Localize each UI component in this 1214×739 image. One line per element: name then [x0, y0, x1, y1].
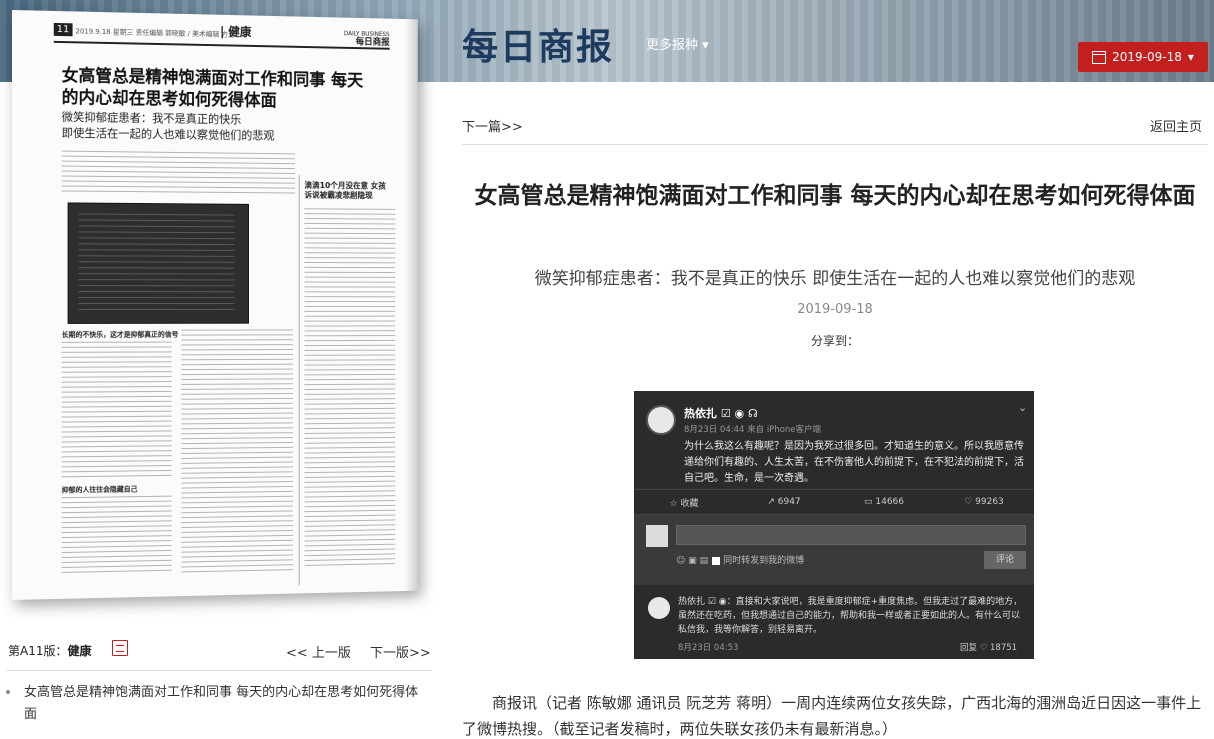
page-body-col-1: [61, 341, 172, 482]
prev-edition-link[interactable]: << 上一版: [286, 642, 351, 661]
more-papers-dropdown[interactable]: 更多报种 ▾: [646, 34, 709, 53]
weibo-user-name: 热依扎 ☑ ◉ ☊: [684, 407, 758, 420]
divider: [6, 670, 432, 671]
page-body-col-2: [181, 329, 294, 577]
avatar: [646, 525, 668, 547]
page-side-title: 滴滴10个月没在意 女孩诉说被霸凌悲剧隐现: [304, 180, 386, 201]
share-label: 分享到：: [810, 334, 859, 348]
next-edition-link[interactable]: 下一版>>: [370, 642, 431, 661]
weibo-reply-stats: 回复 ♡ 18751: [960, 643, 1018, 653]
comment-action: ▭ 14666: [864, 497, 904, 507]
chevron-down-icon: ▾: [1187, 50, 1194, 64]
page-embedded-screenshot: [67, 202, 249, 324]
avatar: [648, 597, 670, 619]
repost-action: ↗ 6947: [767, 497, 801, 507]
weibo-comment-box: ☺ ▣ ▤ 同时转发到我的微博 评论: [634, 515, 1034, 585]
page-column-rule: [298, 174, 300, 586]
article-subtitle: 微笑抑郁症患者：我不是真正的快乐 即使生活在一起的人也难以察觉他们的悲观: [534, 269, 1136, 289]
page-section-head-1: 长期的不快乐，这才是抑郁真正的信号: [61, 330, 179, 339]
page-number: 11: [53, 22, 73, 37]
weibo-post-text: 为什么我这么有趣呢？是因为我死过很多回。才知道生的意义。所以我愿意传递给你们有趣…: [684, 441, 1024, 484]
page-subheadline: 微笑抑郁症患者：我不是真正的快乐 即使生活在一起的人也难以察觉他们的悲观: [62, 109, 371, 145]
site-logo[interactable]: 每日商报: [462, 18, 614, 70]
weibo-comment-submit: 评论: [984, 551, 1026, 569]
page-brand: DAILY BUSINESS 每日商报: [344, 29, 390, 48]
page-body-text-top: [61, 150, 295, 197]
page-header: 11 2019.9.18 星期三 责任编辑 郭晓敏 / 美术编辑 方芳 | 健康…: [53, 20, 390, 50]
weibo-comment-input: [676, 525, 1026, 545]
weibo-post-meta: 8月23日 04:44 来自 iPhone客户端: [684, 425, 822, 435]
weibo-reply-text: 热依扎 ☑ ◉：直接和大家说吧，我是重度抑郁症+重度焦虑。但我走过了最难的地方，…: [678, 597, 1023, 635]
divider: [462, 144, 1208, 145]
favorite-action: ☆ 收藏: [669, 498, 699, 509]
page-brand-cn: 每日商报: [355, 37, 390, 48]
edition-name: 健康: [67, 644, 92, 658]
page-section: | 健康: [220, 24, 252, 40]
weibo-tool-icons: ☺ ▣ ▤: [676, 556, 709, 566]
weibo-post-image: 热依扎 ☑ ◉ ☊ 8月23日 04:44 来自 iPhone客户端 ⌄ 为什么…: [634, 391, 1034, 659]
edition-label: 第A11版：健康: [8, 642, 92, 659]
page-meta: 2019.9.18 星期三 责任编辑 郭晓敏 / 美术编辑 方芳: [75, 27, 235, 39]
back-home-link[interactable]: 返回主页: [1150, 116, 1202, 135]
page-side-column-text: [304, 208, 396, 570]
weibo-comment-tools: ☺ ▣ ▤ 同时转发到我的微博: [676, 553, 804, 566]
weibo-action-bar: ☆ 收藏 ↗ 6947 ▭ 14666 ♡ 99263: [634, 489, 1034, 515]
page-section-head-2: 抑郁的人往往会隐藏自己: [61, 485, 138, 495]
date-value: 2019-09-18: [1112, 50, 1182, 64]
page-subheadline-2: 即使生活在一起的人也难以察觉他们的悲观: [61, 125, 275, 143]
article-list-item[interactable]: 女高管总是精神饱满面对工作和同事 每天的内心却在思考如何死得体面: [24, 682, 424, 726]
calendar-icon: [1092, 50, 1107, 64]
repost-option-label: 同时转发到我的微博: [723, 556, 805, 566]
article-date: 2019-09-18: [797, 302, 873, 317]
avatar: [646, 405, 676, 435]
edition-prefix: 第A11版：: [8, 644, 68, 658]
newspaper-page-preview[interactable]: 11 2019.9.18 星期三 责任编辑 郭晓敏 / 美术编辑 方芳 | 健康…: [12, 10, 418, 600]
chevron-down-icon: ⌄: [1018, 401, 1028, 414]
repost-checkbox: [712, 556, 721, 565]
like-action: ♡ 99263: [964, 497, 1004, 507]
bullet-icon: [6, 690, 10, 694]
date-picker-button[interactable]: 2019-09-18 ▾: [1078, 42, 1208, 72]
page-body-col-3: [61, 495, 172, 577]
pdf-icon[interactable]: [112, 640, 128, 656]
page-headline: 女高管总是精神饱满面对工作和同事 每天的内心却在思考如何死得体面: [61, 65, 364, 112]
article-title: 女高管总是精神饱满面对工作和同事 每天的内心却在思考如何死得体面: [474, 183, 1196, 209]
article-body-paragraph: 商报讯（记者 陈敏娜 通讯员 阮芝芳 蒋明）一周内连续两位女孩失踪，广西北海的涠…: [462, 694, 1202, 738]
next-article-link[interactable]: 下一篇>>: [462, 116, 523, 135]
weibo-reply-time: 8月23日 04:53: [678, 643, 739, 653]
